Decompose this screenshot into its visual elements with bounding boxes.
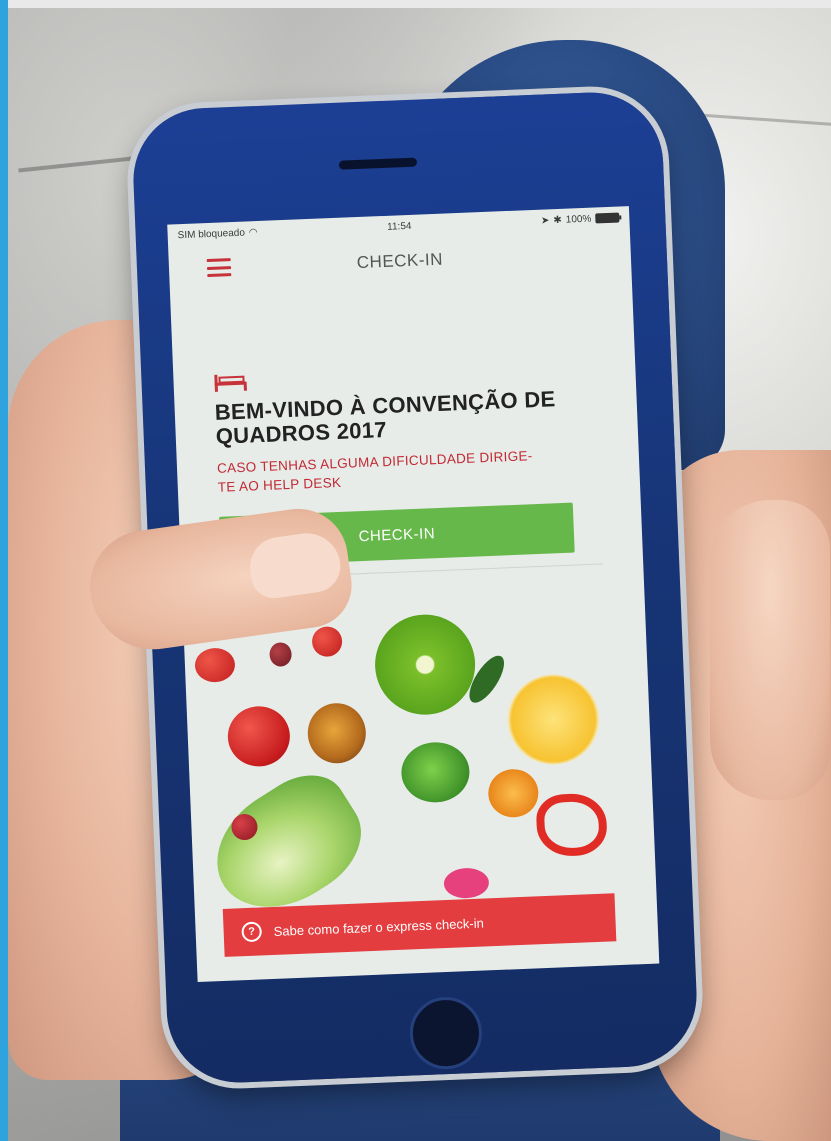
home-button[interactable] xyxy=(408,995,484,1071)
orange-image xyxy=(487,768,540,819)
grape-image xyxy=(269,642,293,667)
carrier-label: SIM bloqueado xyxy=(177,227,246,241)
radish-image xyxy=(443,867,490,900)
bluetooth-icon: ✱ xyxy=(553,214,562,226)
bed-icon xyxy=(213,372,248,393)
welcome-title: BEM-VINDO À CONVENÇÃO DE QUADROS 2017 xyxy=(214,386,556,449)
wifi-icon: ◠ xyxy=(248,226,258,238)
status-time: 11:54 xyxy=(386,220,412,233)
help-icon: ? xyxy=(241,921,263,943)
right-thumb xyxy=(710,500,830,800)
welcome-subtitle: CASO TENHAS ALGUMA DIFICULDADE DIRIGE-TE… xyxy=(216,448,533,495)
battery-percent: 100% xyxy=(565,213,592,226)
tomato-image xyxy=(226,705,292,768)
lemon-image xyxy=(505,672,602,767)
tomato-image xyxy=(311,625,343,658)
top-frame xyxy=(0,0,831,8)
hamburger-menu-icon[interactable] xyxy=(206,258,232,278)
fig-image xyxy=(306,702,367,765)
broccoli-image xyxy=(400,740,471,804)
phone-speaker xyxy=(338,157,418,170)
left-frame-border xyxy=(0,0,8,1141)
nav-title: CHECK-IN xyxy=(356,249,444,273)
battery-icon xyxy=(595,212,620,224)
pepper-image xyxy=(535,792,608,858)
tomato-image xyxy=(194,647,236,683)
kiwi-image xyxy=(373,612,478,717)
location-icon: ➤ xyxy=(540,214,550,227)
express-checkin-text: Sabe como fazer o express check-in xyxy=(273,915,485,939)
welcome-section: BEM-VINDO À CONVENÇÃO DE QUADROS 2017 CA… xyxy=(170,276,640,498)
